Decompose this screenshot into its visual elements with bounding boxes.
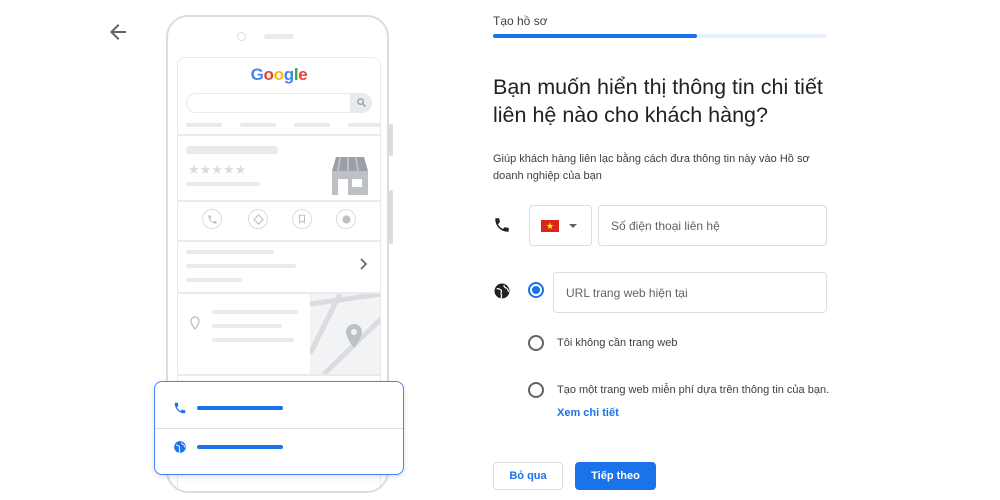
card-divider [155,428,403,429]
illustration-text-line [186,182,260,186]
no-website-label[interactable]: Tôi không cần trang web [557,337,677,349]
website-placeholder-line [197,445,283,449]
directions-icon [248,209,268,229]
phone-number-input[interactable] [598,205,827,246]
step-label: Tạo hồ sơ [493,14,548,28]
page-title-line: Bạn muốn hiển thị thông tin chi tiết [493,75,823,99]
chevron-right-icon [360,258,368,270]
page-description: Giúp khách hàng liên lạc bằng cách đưa t… [493,151,823,185]
illustration-text-line [186,278,242,282]
progress-bar [493,34,827,38]
search-icon [350,93,372,112]
phone-camera [237,32,246,41]
phone-icon [495,218,509,232]
contact-info-card [154,381,404,475]
bookmark-icon [292,209,312,229]
map-thumbnail [307,291,380,376]
progress-fill [493,34,697,38]
illustration-rating-stars: ★★★★★ [188,162,247,177]
view-details-link[interactable]: Xem chi tiết [557,407,619,419]
store-icon [332,156,368,195]
illustration-text-line [212,310,298,314]
illustration-divider [178,200,380,202]
illustration-text-line [186,264,296,268]
description-line: Giúp khách hàng liên lạc bằng cách đưa t… [493,153,810,165]
illustration-tab [348,123,380,127]
illustration-divider [178,240,380,242]
phone-icon [202,209,222,229]
radio-website-url[interactable] [528,282,544,298]
illustration-divider [178,134,380,136]
illustration-tab [240,123,276,127]
globe-icon [494,283,510,299]
page-title: Bạn muốn hiển thị thông tin chi tiết liê… [493,73,853,129]
illustration-business-name [186,146,278,154]
phone-side-button [389,190,393,244]
phone-placeholder-line [197,406,283,410]
back-button[interactable] [106,20,130,44]
arrow-left-icon [110,24,126,40]
globe-icon [174,441,186,454]
illustration-divider [178,374,380,376]
illustration-tab [186,123,222,127]
map-pin-icon [190,316,200,330]
chevron-down-icon [569,223,577,228]
google-logo: Google [250,65,308,84]
phone-icon [174,402,186,414]
illustration-search-bar [186,93,372,113]
illustration-text-line [212,338,294,342]
illustration-text-line [186,250,274,254]
country-code-select[interactable]: ★ [529,205,592,246]
next-button[interactable]: Tiếp theo [575,462,656,490]
phone-speaker [264,34,294,39]
skip-button[interactable]: Bỏ qua [493,462,563,490]
radio-free-website[interactable] [528,382,544,398]
phone-side-button [389,124,393,156]
page-title-line: liên hệ nào cho khách hàng? [493,103,768,127]
radio-no-website[interactable] [528,335,544,351]
globe-icon [336,209,356,229]
illustration-text-line [212,324,282,328]
description-line: doanh nghiệp của bạn [493,170,602,182]
website-url-input[interactable] [553,272,827,313]
free-website-label[interactable]: Tạo một trang web miễn phí dựa trên thôn… [557,384,829,396]
vietnam-flag-icon: ★ [541,219,559,232]
illustration-tab [294,123,330,127]
